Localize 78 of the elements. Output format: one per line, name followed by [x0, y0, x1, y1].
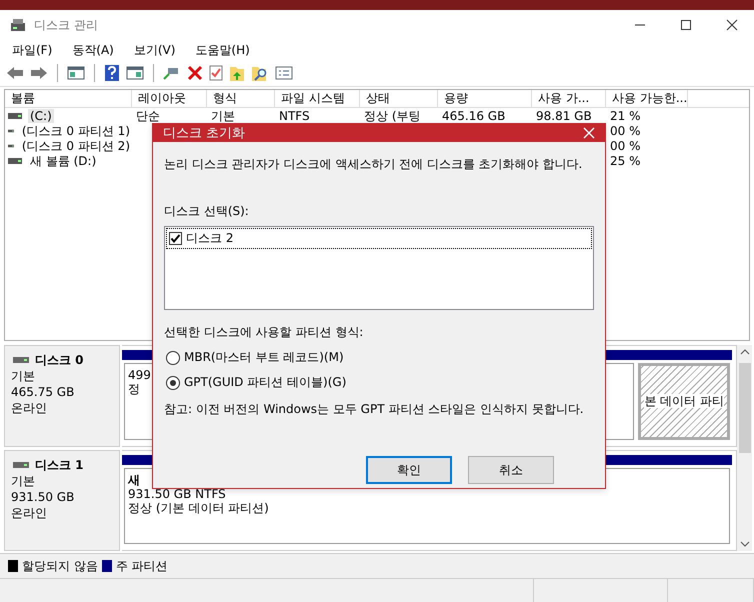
table-cell-text: 00 % [609, 124, 642, 138]
table-cell-text: 단순 [135, 108, 161, 122]
column-header[interactable]: 상태 [360, 90, 438, 107]
table-cell: (C:) [28, 108, 54, 122]
table-cell-text: 25 % [609, 154, 642, 168]
panel-icon[interactable] [67, 65, 85, 81]
window-title: 디스크 관리 [34, 16, 98, 34]
help-icon[interactable] [104, 64, 120, 82]
menu-item[interactable]: 보기(V) [134, 42, 176, 58]
disk-name: 디스크 0 [35, 352, 84, 368]
column-header[interactable]: 용량 [438, 90, 532, 107]
app-icon [10, 18, 26, 32]
column-header[interactable]: 파일 시스템 [275, 90, 360, 107]
panel-icon[interactable] [126, 65, 144, 81]
drive-icon [8, 158, 22, 164]
disk-list[interactable]: 디스크 2 [164, 226, 594, 310]
legend-label: 할당되지 않음 [22, 558, 98, 574]
note-text: 참고: 이전 버전의 Windows는 모두 GPT 파티션 스타일은 인식하지 못합니다. [164, 401, 584, 418]
disk-type: 기본 [11, 472, 35, 488]
scroll-up-icon[interactable] [740, 349, 750, 355]
radio-button[interactable] [166, 376, 180, 390]
select-label: 디스크 선택(S): [164, 203, 249, 220]
radio-button[interactable] [166, 350, 180, 364]
folder-search-icon[interactable] [251, 64, 269, 82]
table-cell-text: 기본 [210, 108, 236, 122]
column-header[interactable]: 볼륨 [5, 90, 132, 107]
table-cell-text: 정상 (부팅 [363, 108, 422, 122]
delete-icon[interactable] [187, 65, 203, 81]
radio-label[interactable]: MBR(마스터 부트 레코드)(M) [184, 349, 344, 366]
legend-label: 주 파티션 [116, 558, 168, 574]
scroll-down-icon[interactable] [740, 541, 750, 547]
partition-info: 정 [128, 382, 140, 396]
dialog-message: 논리 디스크 관리자가 디스크에 액세스하기 전에 디스크를 초기화해야 합니다. [164, 156, 582, 173]
menu-item[interactable]: 도움말(H) [195, 42, 250, 58]
scrollbar[interactable] [737, 345, 752, 551]
folder-up-icon[interactable] [229, 64, 245, 82]
checklist-icon[interactable] [209, 65, 223, 81]
close-icon[interactable] [726, 19, 738, 31]
partition-style-label: 선택한 디스크에 사용할 파티션 형식: [164, 324, 364, 341]
column-header[interactable]: 사용 가... [532, 90, 606, 107]
drive-icon [8, 112, 22, 118]
column-header[interactable]: 사용 가능한... [606, 90, 688, 107]
menu-item[interactable]: 파일(F) [12, 42, 52, 58]
ok-button[interactable]: 확인 [366, 456, 452, 484]
disk-size: 465.75 GB [11, 384, 74, 400]
partition-name: 새 [128, 472, 140, 486]
disk-list-item[interactable]: 디스크 2 [166, 228, 592, 249]
table-cell-text: 465.16 GB [441, 108, 506, 122]
forward-arrow-icon[interactable] [30, 65, 48, 81]
radio-label[interactable]: GPT(GUID 파티션 테이블)(G) [184, 374, 346, 391]
disk-list-label: 디스크 2 [186, 230, 234, 247]
table-cell-text: 21 % [609, 108, 642, 122]
connect-icon[interactable] [163, 65, 181, 81]
dialog-title: 디스크 초기화 [163, 125, 246, 142]
checkbox[interactable] [169, 232, 182, 245]
table-cell-text: NTFS [278, 108, 311, 122]
column-header[interactable]: 형식 [207, 90, 275, 107]
partition-info: 499 [128, 368, 151, 382]
drive-icon [8, 142, 14, 148]
table-cell-text: 새 볼륨 (D:) [29, 154, 98, 168]
table-cell-text: (디스크 0 파티션 2) [20, 138, 131, 152]
disk-size: 931.50 GB [11, 488, 74, 504]
column-header[interactable]: 레이아웃 [132, 90, 207, 107]
disk-status: 온라인 [11, 504, 47, 520]
table-cell-text: 98.81 GB [535, 108, 593, 122]
list-icon[interactable] [275, 66, 293, 80]
back-arrow-icon[interactable] [6, 65, 24, 81]
disk-status: 온라인 [11, 400, 47, 416]
disk-type: 기본 [11, 368, 35, 384]
table-cell-text: 00 % [609, 138, 642, 152]
disk-name: 디스크 1 [35, 456, 84, 472]
table-cell-text: (디스크 0 파티션 1) [20, 124, 131, 138]
cancel-button[interactable]: 취소 [468, 456, 554, 484]
menu-item[interactable]: 동작(A) [72, 42, 114, 58]
drive-icon [8, 128, 14, 134]
maximize-icon[interactable] [680, 19, 692, 31]
partition-info: 본 데이터 파티 [644, 394, 724, 408]
partition-info: 정상 (기본 데이터 파티션) [128, 500, 269, 514]
